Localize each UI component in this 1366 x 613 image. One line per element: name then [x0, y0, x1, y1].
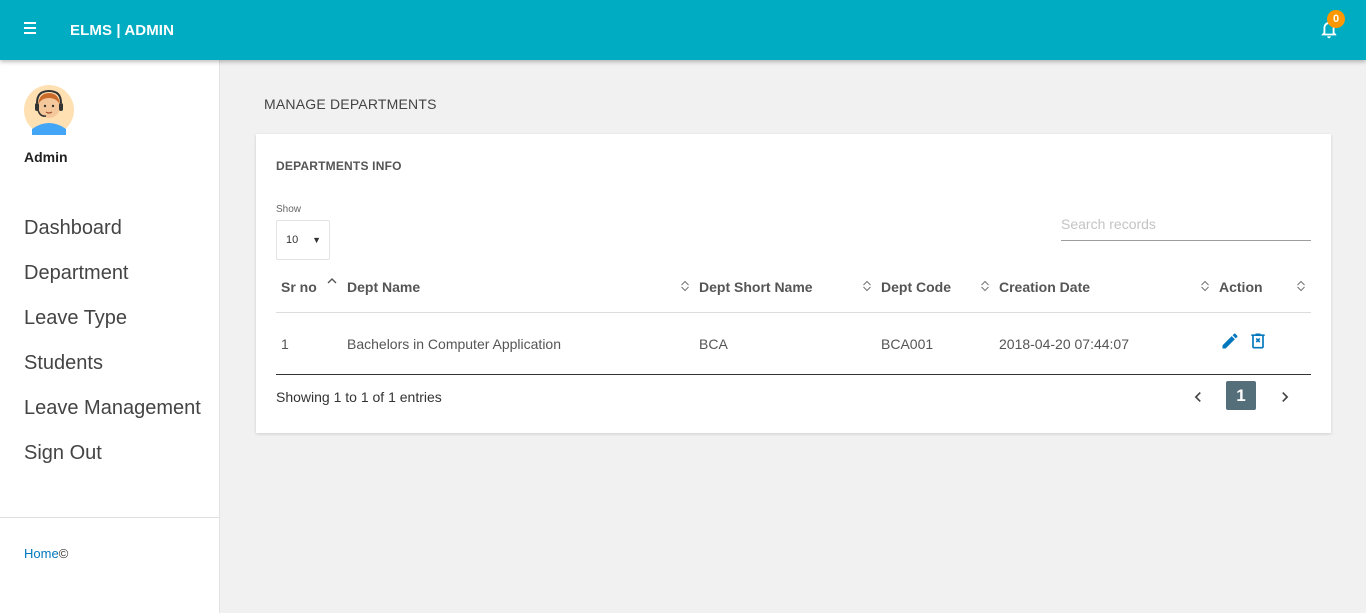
- sort-both-icon[interactable]: [980, 279, 990, 293]
- sidebar-item-sign-out[interactable]: Sign Out: [0, 435, 219, 480]
- column-header-dept-name[interactable]: Dept Name: [347, 279, 420, 295]
- sidebar-divider: [0, 517, 219, 518]
- page-title: MANAGE DEPARTMENTS: [264, 96, 437, 112]
- home-link[interactable]: Home: [24, 546, 59, 561]
- column-header-action[interactable]: Action: [1219, 279, 1263, 295]
- cell-sr-no: 1: [281, 336, 289, 352]
- sort-asc-icon[interactable]: [327, 275, 337, 289]
- sort-both-icon[interactable]: [1200, 279, 1210, 293]
- sidebar-nav: Dashboard Department Leave Type Students…: [0, 210, 219, 480]
- delete-icon[interactable]: [1248, 331, 1268, 351]
- sort-both-icon[interactable]: [862, 279, 872, 293]
- sort-both-icon[interactable]: [1296, 279, 1306, 293]
- dropdown-caret-icon: ▼: [312, 235, 321, 245]
- table-row-divider: [276, 374, 1311, 375]
- sidebar-footer: Home©: [24, 546, 68, 561]
- sidebar-item-leave-type[interactable]: Leave Type: [0, 300, 219, 345]
- cell-dept-name: Bachelors in Computer Application: [347, 336, 562, 352]
- sidebar-item-dashboard[interactable]: Dashboard: [0, 210, 219, 255]
- top-app-bar: ELMS | ADMIN 0: [0, 0, 1366, 60]
- column-header-dept-short-name[interactable]: Dept Short Name: [699, 279, 813, 295]
- notification-badge: 0: [1327, 10, 1345, 28]
- card-title: DEPARTMENTS INFO: [276, 159, 402, 173]
- entries-info: Showing 1 to 1 of 1 entries: [276, 389, 442, 405]
- search-input[interactable]: [1061, 207, 1311, 241]
- page-size-select[interactable]: 10 ▼: [276, 220, 330, 260]
- sort-both-icon[interactable]: [680, 279, 690, 293]
- sidebar: Admin Dashboard Department Leave Type St…: [0, 60, 220, 613]
- sidebar-item-leave-management[interactable]: Leave Management: [0, 390, 219, 435]
- admin-name: Admin: [24, 149, 68, 165]
- chevron-left-icon[interactable]: [1188, 387, 1208, 407]
- app-brand: ELMS | ADMIN: [70, 22, 175, 39]
- column-header-dept-code[interactable]: Dept Code: [881, 279, 951, 295]
- hamburger-menu-icon[interactable]: [24, 22, 40, 38]
- admin-avatar: [24, 85, 74, 135]
- cell-dept-code: BCA001: [881, 336, 934, 352]
- sidebar-item-students[interactable]: Students: [0, 345, 219, 390]
- cell-creation-date: 2018-04-20 07:44:07: [999, 336, 1129, 352]
- departments-card: DEPARTMENTS INFO Show 10 ▼ Sr no Dept Na…: [256, 134, 1331, 433]
- show-label: Show: [276, 204, 302, 215]
- chevron-right-icon[interactable]: [1275, 387, 1295, 407]
- page-size-value: 10: [286, 234, 299, 246]
- edit-pencil-icon[interactable]: [1220, 331, 1240, 351]
- column-header-creation-date[interactable]: Creation Date: [999, 279, 1090, 295]
- column-header-sr-no[interactable]: Sr no: [281, 279, 317, 295]
- sidebar-item-department[interactable]: Department: [0, 255, 219, 300]
- table-header-divider: [276, 312, 1311, 313]
- pagination-page-1[interactable]: 1: [1226, 381, 1256, 410]
- cell-dept-short-name: BCA: [699, 336, 728, 352]
- copyright-symbol: ©: [58, 546, 69, 561]
